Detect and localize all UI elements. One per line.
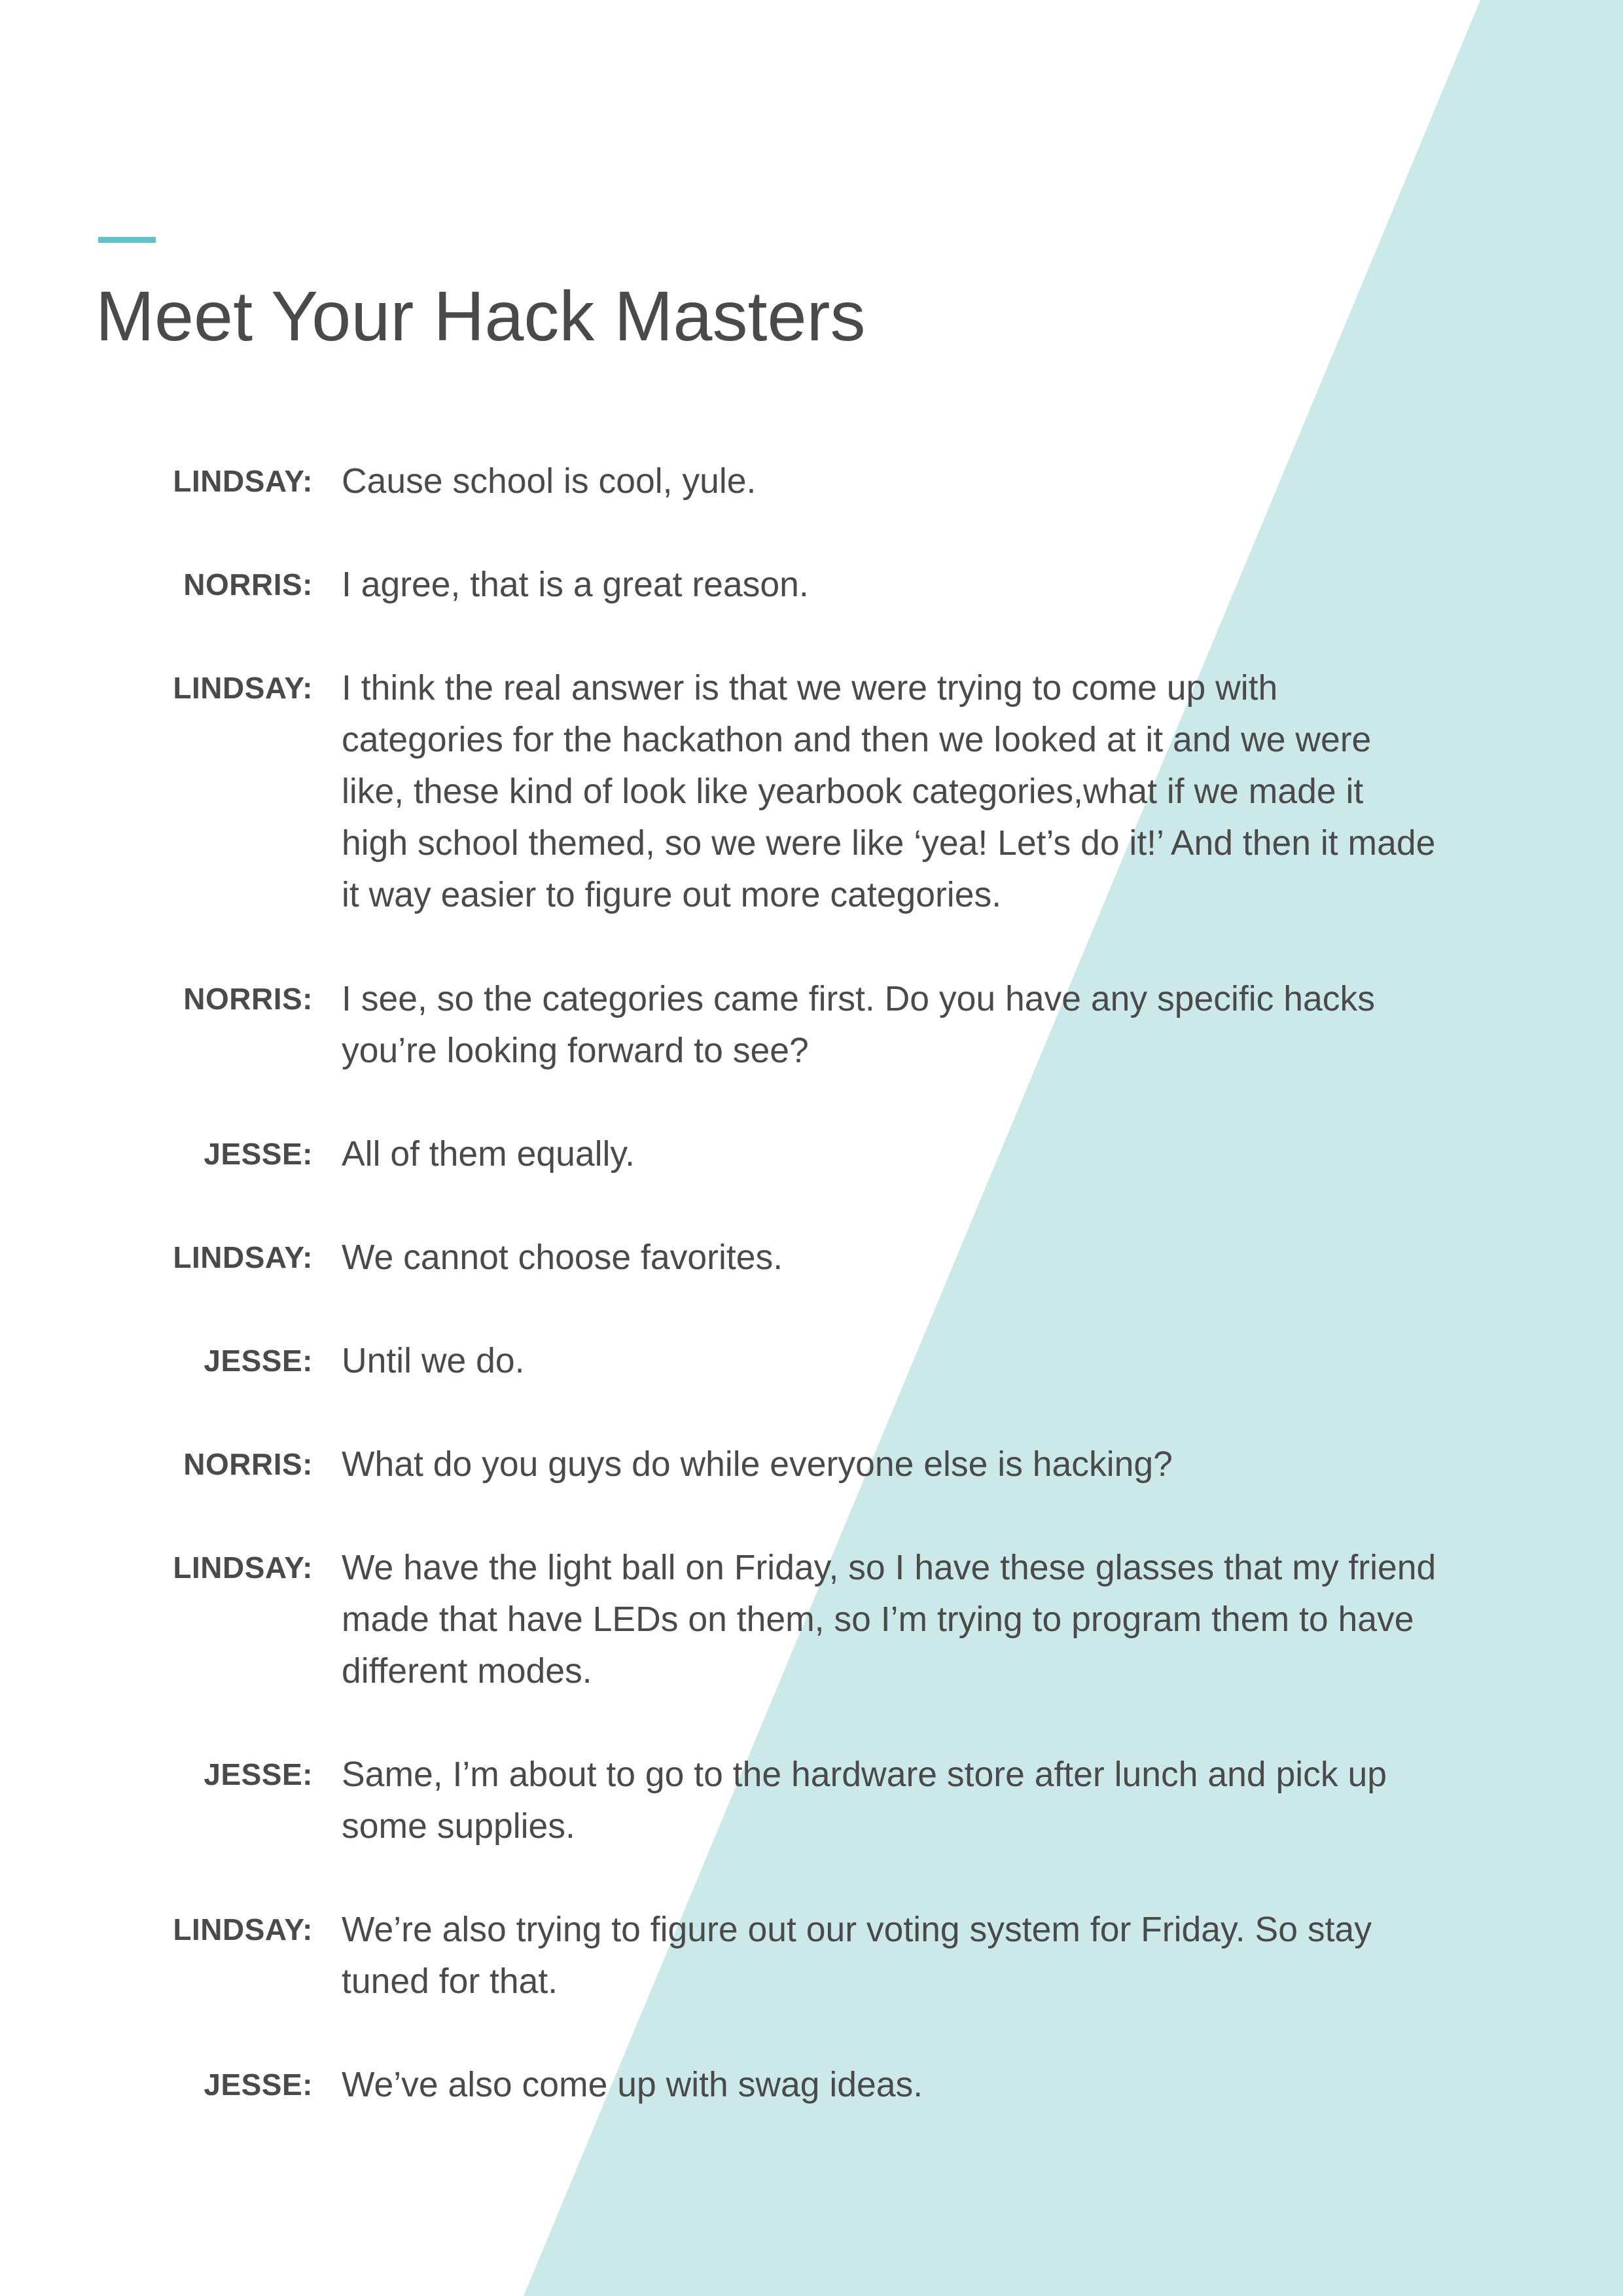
transcript-line: tuned for that. <box>342 1962 558 2001</box>
speaker-label: JESSE: <box>204 1344 313 1378</box>
transcript-line: What do you guys do while everyone else … <box>342 1445 1173 1484</box>
speaker-label: LINDSAY: <box>173 1912 313 1946</box>
speaker-label: JESSE: <box>204 1137 313 1171</box>
speaker-label: NORRIS: <box>183 1447 313 1481</box>
speaker-label: JESSE: <box>204 2068 313 2102</box>
transcript-line: Cause school is cool, yule. <box>342 462 757 501</box>
transcript-line: We’re also trying to figure out our voti… <box>342 1910 1372 1949</box>
speaker-label: NORRIS: <box>183 567 313 601</box>
transcript-line: high school themed, so we were like ‘yea… <box>342 824 1436 863</box>
title-accent-bar <box>98 237 156 243</box>
transcript-line: categories for the hackathon and then we… <box>342 721 1372 759</box>
transcript-line: it way easier to figure out more categor… <box>342 876 1002 914</box>
speaker-label: LINDSAY: <box>173 464 313 498</box>
transcript-line: Until we do. <box>342 1342 525 1380</box>
transcript-line: I agree, that is a great reason. <box>342 565 809 604</box>
transcript-line: We have the light ball on Friday, so I h… <box>342 1549 1436 1587</box>
transcript-line: some supplies. <box>342 1807 575 1846</box>
transcript-line: All of them equally. <box>342 1135 635 1174</box>
transcript-line: We’ve also come up with swag ideas. <box>342 2066 923 2104</box>
speaker-label: LINDSAY: <box>173 671 313 705</box>
transcript-line: I see, so the categories came first. Do … <box>342 980 1376 1018</box>
speaker-label: JESSE: <box>204 1757 313 1791</box>
transcript-line: different modes. <box>342 1652 592 1691</box>
transcript-line: We cannot choose favorites. <box>342 1238 783 1277</box>
transcript-line: Same, I’m about to go to the hardware st… <box>342 1755 1387 1794</box>
transcript-line: made that have LEDs on them, so I’m tryi… <box>342 1600 1414 1639</box>
transcript-line: like, these kind of look like yearbook c… <box>342 772 1364 811</box>
page-title: Meet Your Hack Masters <box>96 276 866 355</box>
speaker-label: LINDSAY: <box>173 1240 313 1274</box>
speaker-label: NORRIS: <box>183 982 313 1016</box>
speaker-label: LINDSAY: <box>173 1551 313 1585</box>
transcript-line: you’re looking forward to see? <box>342 1031 809 1070</box>
transcript-line: I think the real answer is that we were … <box>342 669 1278 708</box>
